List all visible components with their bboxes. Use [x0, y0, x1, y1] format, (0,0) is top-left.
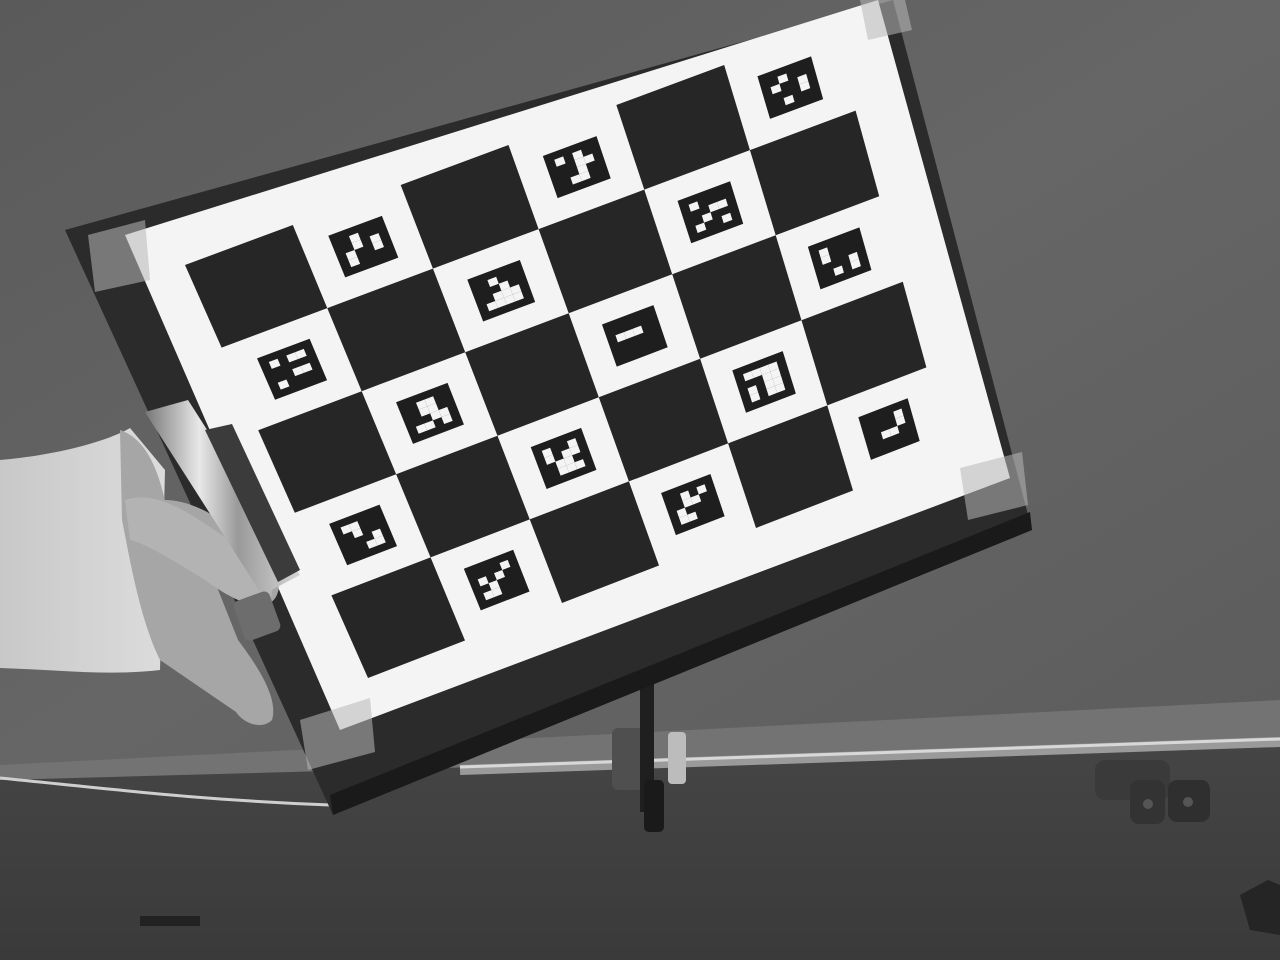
floor-debris — [140, 916, 200, 926]
photo-scene — [0, 0, 1280, 960]
